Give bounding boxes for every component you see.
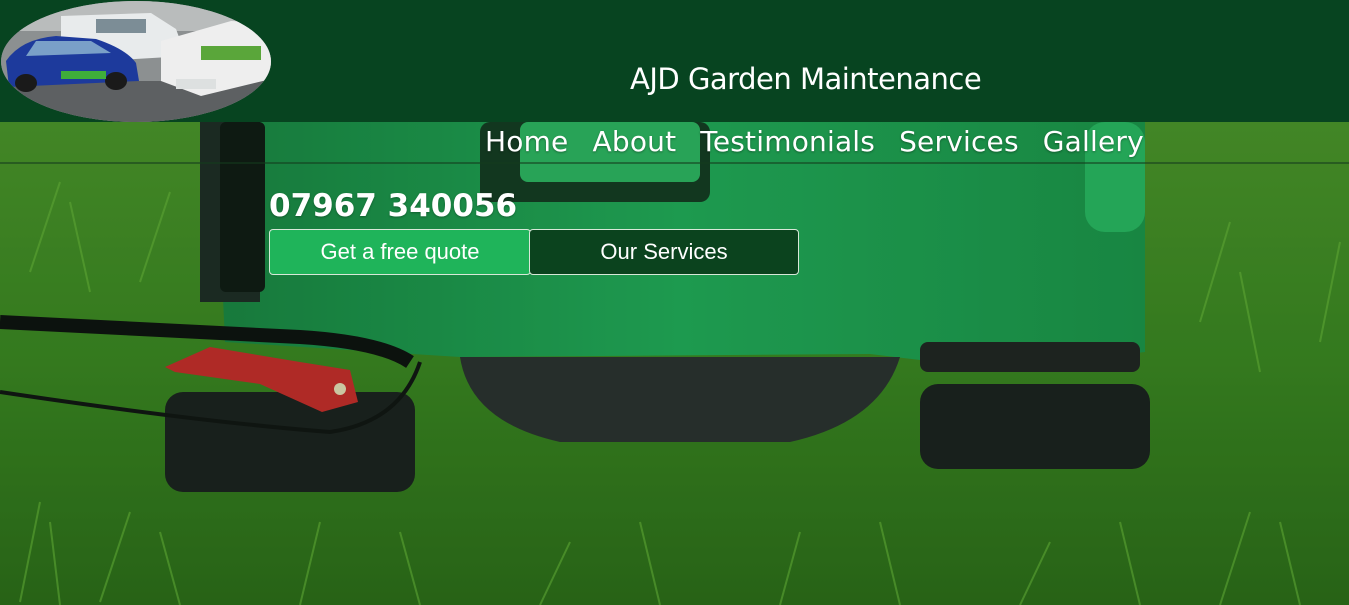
nav-testimonials[interactable]: Testimonials xyxy=(700,125,875,158)
site-title: AJD Garden Maintenance xyxy=(630,62,982,96)
logo-image[interactable] xyxy=(1,1,271,122)
nav-services[interactable]: Services xyxy=(899,125,1019,158)
phone-number[interactable]: 07967 340056 xyxy=(269,188,517,224)
page: AJD Garden Maintenance Home About Testim… xyxy=(0,0,1349,605)
nav-gallery[interactable]: Gallery xyxy=(1043,125,1144,158)
site-header: AJD Garden Maintenance xyxy=(0,0,1349,122)
our-services-button[interactable]: Our Services xyxy=(529,229,799,275)
hero-background xyxy=(0,122,1349,605)
free-quote-button[interactable]: Get a free quote xyxy=(269,229,531,275)
nav-home[interactable]: Home xyxy=(485,125,569,158)
nav-about[interactable]: About xyxy=(593,125,677,158)
nav-divider xyxy=(0,162,1349,164)
main-nav: Home About Testimonials Services Gallery xyxy=(485,125,1168,158)
